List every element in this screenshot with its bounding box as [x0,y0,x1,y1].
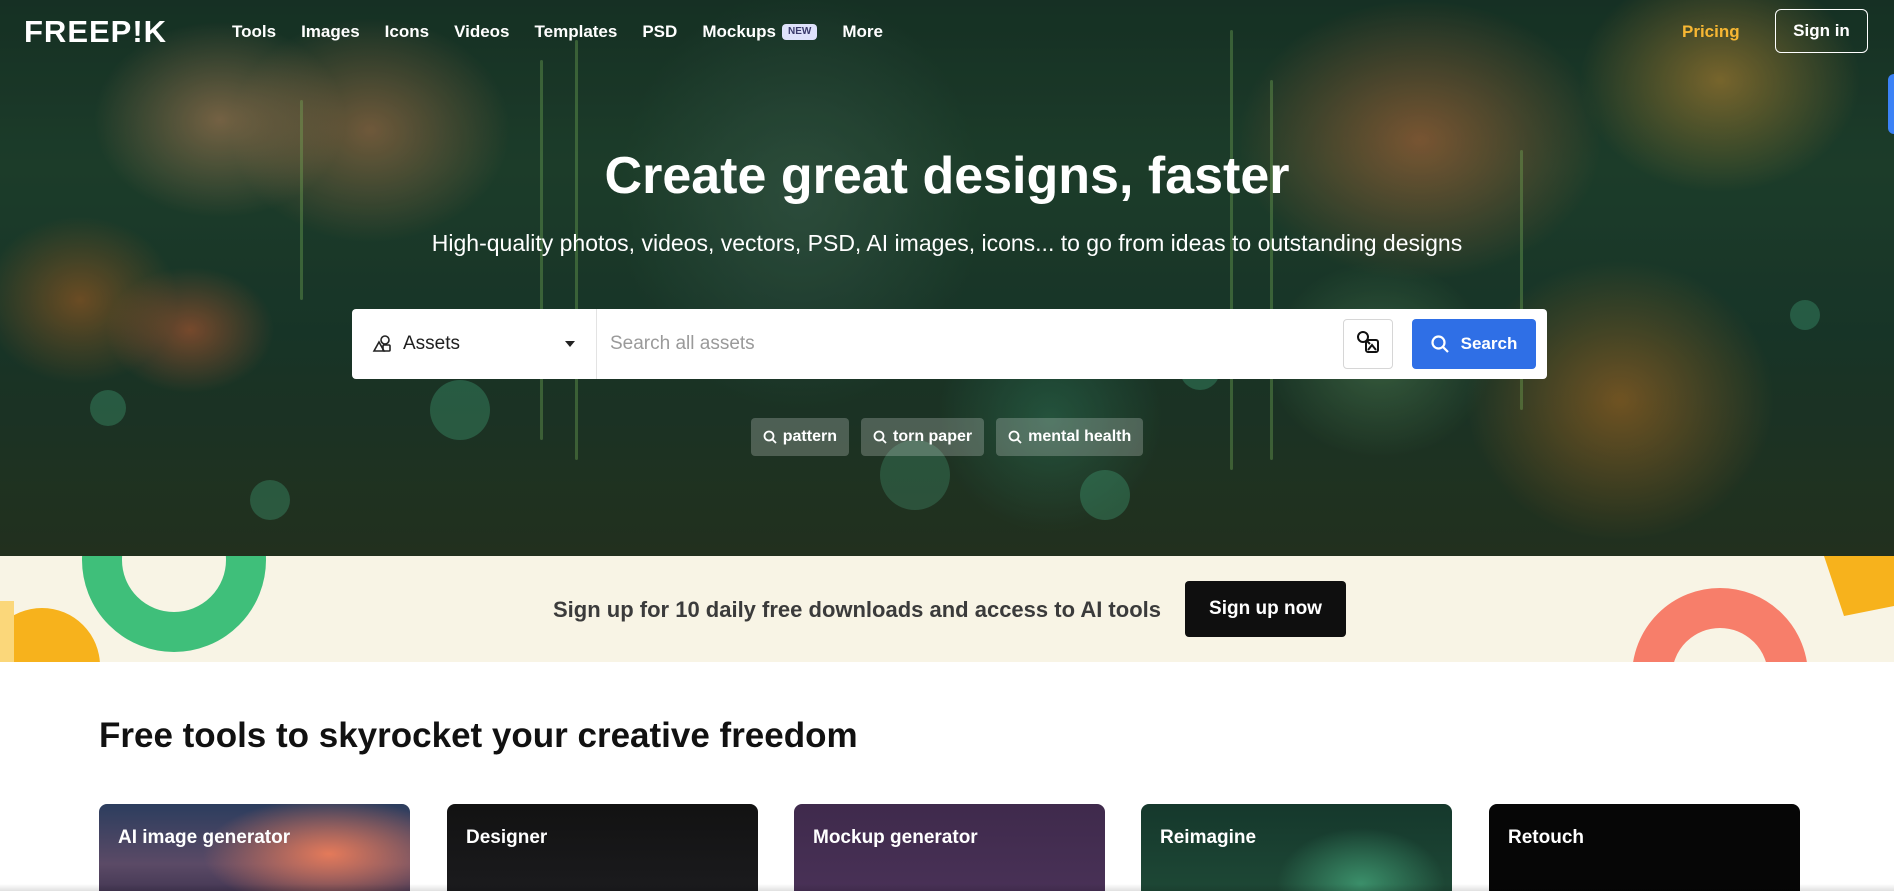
signup-banner-text: Sign up for 10 daily free downloads and … [553,597,1161,622]
chevron-down-icon [565,341,575,347]
top-navigation: FREEP!K Tools Images Icons Videos Templa… [0,0,1894,64]
hero-background [0,0,1894,556]
suggestion-chip-pattern[interactable]: pattern [750,418,849,456]
search-suggestions: pattern torn paper mental health [0,418,1894,456]
nav-link-videos[interactable]: Videos [454,20,509,44]
hero-subtitle: High-quality photos, videos, vectors, PS… [431,230,1463,256]
nav-link-templates[interactable]: Templates [535,20,618,44]
sign-up-now-button[interactable]: Sign up now [1185,581,1346,637]
tool-card-mockup-generator[interactable]: Mockup generator [794,804,1105,891]
nav-link-mockups[interactable]: Mockups NEW [702,20,818,44]
suggestion-chip-torn-paper[interactable]: torn paper [860,418,985,456]
nav-link-images[interactable]: Images [301,20,360,44]
tool-card-designer[interactable]: Designer [447,804,758,891]
tool-card-reimagine[interactable]: Reimagine [1141,804,1452,891]
side-feedback-tab[interactable] [1888,74,1894,134]
suggestion-label: mental health [1028,428,1132,445]
tool-card-label: Mockup generator [813,827,978,848]
search-icon [873,430,887,444]
image-search-icon [1355,329,1381,360]
search-icon [1008,430,1022,444]
nav-link-mockups-label: Mockups [702,22,776,41]
freepik-logo[interactable]: FREEP!K [24,14,167,50]
suggestion-label: pattern [782,428,837,445]
suggestion-label: torn paper [892,428,973,445]
search-button-label: Search [1460,334,1518,353]
image-search-button[interactable] [1343,319,1393,369]
signup-banner: Sign up for 10 daily free downloads and … [0,556,1894,662]
nav-link-more[interactable]: More [842,20,883,44]
tool-card-retouch[interactable]: Retouch [1489,804,1800,891]
search-button[interactable]: Search [1412,319,1536,369]
tool-card-label: Retouch [1508,827,1584,848]
hero-title: Create great designs, faster [604,147,1290,205]
search-icon [763,430,777,444]
tool-card-label: AI image generator [118,827,291,848]
search-input[interactable] [610,329,1350,359]
tool-card-label: Designer [466,827,548,848]
banner-decoration-left [0,556,266,662]
suggestion-chip-mental-health[interactable]: mental health [996,418,1144,456]
tool-card-label: Reimagine [1160,827,1257,848]
bottom-fade [0,884,1894,891]
tools-section-title: Free tools to skyrocket your creative fr… [99,716,858,755]
new-badge: NEW [782,24,818,40]
search-bar: Assets Search [352,309,1547,379]
assets-icon [371,333,393,355]
banner-decoration-right [1633,556,1894,662]
tool-card-ai-image-generator[interactable]: AI image generator [99,804,410,891]
asset-type-dropdown[interactable]: Assets [352,309,597,379]
asset-type-label: Assets [403,333,461,354]
search-icon [1431,335,1449,353]
nav-link-tools[interactable]: Tools [232,20,276,44]
nav-link-icons[interactable]: Icons [385,20,429,44]
pricing-link[interactable]: Pricing [1682,20,1740,44]
sign-in-button[interactable]: Sign in [1775,9,1868,53]
nav-links: Tools Images Icons Videos Templates PSD … [232,20,908,44]
nav-link-psd[interactable]: PSD [642,20,677,44]
